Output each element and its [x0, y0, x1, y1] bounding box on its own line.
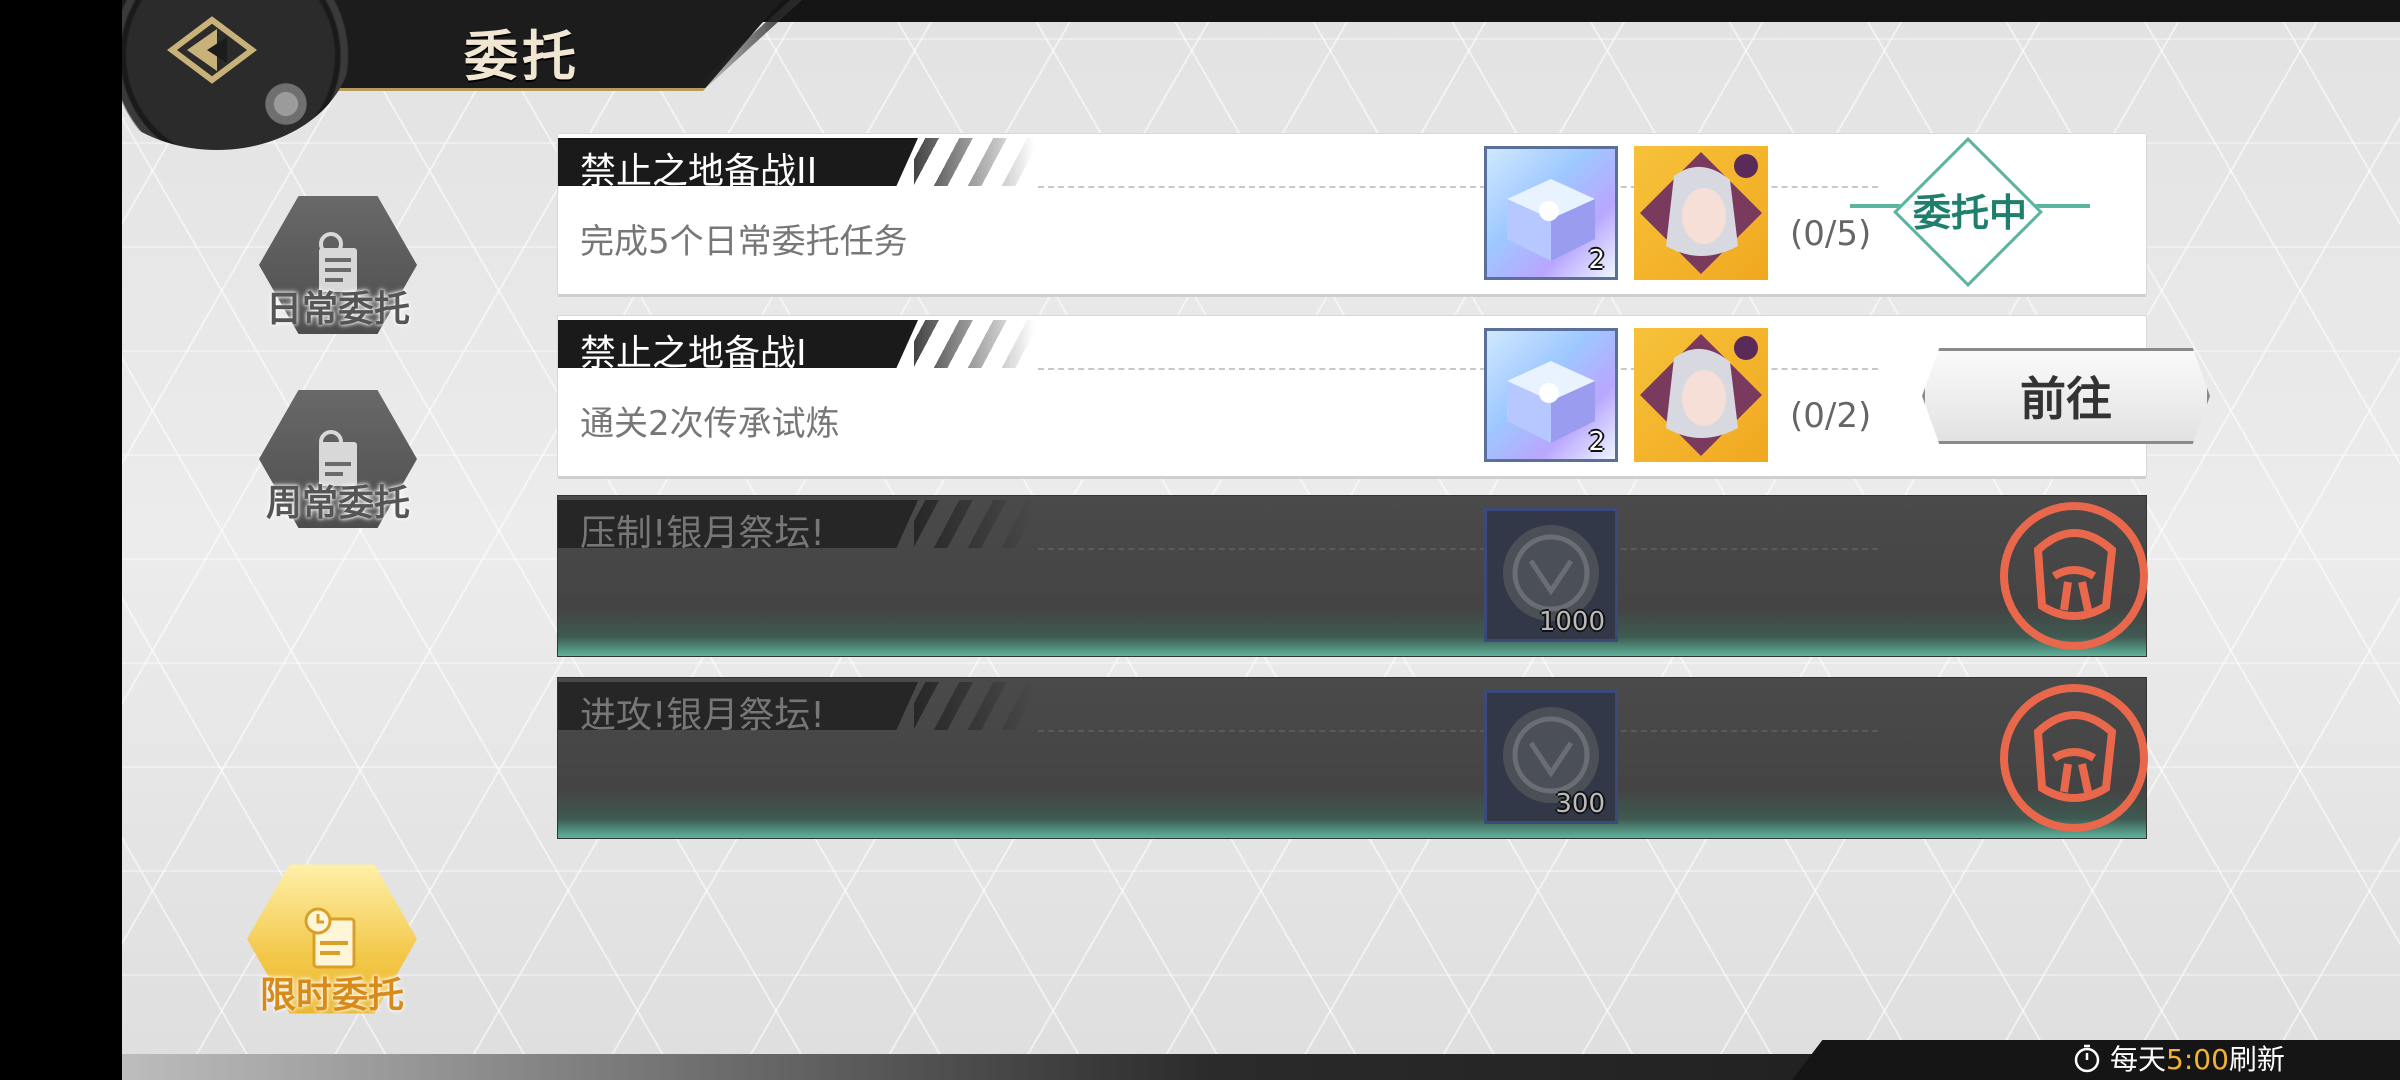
sidebar-item-limited[interactable]: 限时委托	[242, 858, 422, 1020]
silver-moon-coin-icon[interactable]: 1000	[1484, 508, 1618, 642]
tag-stripes	[914, 500, 1034, 548]
tag-stripes	[914, 682, 1034, 730]
mission-name: 禁止之地备战I	[580, 333, 807, 374]
refresh-suffix: 刷新	[2228, 1043, 2285, 1076]
reward-count: 2	[1588, 427, 1605, 457]
crystal-box-icon[interactable]: 2	[1484, 146, 1618, 280]
sidebar-item-weekly[interactable]: 周常委托	[248, 384, 428, 534]
mission-description: 完成5个日常委托任务	[580, 222, 908, 262]
hero-portrait-icon[interactable]	[1634, 146, 1768, 280]
divider	[1038, 548, 1878, 550]
mission-card: 禁止之地备战I 通关2次传承试炼 (0/2) 2 前往	[558, 316, 2210, 476]
tag-stripes	[914, 138, 1034, 186]
back-arrow-icon	[167, 16, 257, 84]
sidebar-label-weekly: 周常委托	[265, 483, 410, 524]
hero-portrait-icon[interactable]	[1634, 328, 1768, 462]
stopwatch-icon	[2074, 1044, 2100, 1073]
mission-name: 进攻!银月祭坛!	[580, 695, 825, 736]
sidebar-label-limited: 限时委托	[259, 975, 404, 1016]
reward-count: 2	[1588, 245, 1605, 275]
tag-stripes	[914, 320, 1034, 368]
silver-moon-coin-icon[interactable]: 300	[1484, 690, 1618, 824]
locked-seal-icon	[2000, 502, 2148, 650]
divider	[1038, 730, 1878, 732]
mission-name: 禁止之地备战II	[580, 151, 818, 192]
refresh-time: 5:00	[2166, 1043, 2229, 1076]
mission-name: 压制!银月祭坛!	[580, 513, 825, 554]
go-button[interactable]: 前往	[1922, 348, 2210, 444]
locked-seal-icon	[2000, 684, 2148, 832]
mission-card-locked: 进攻!银月祭坛! 300	[558, 678, 2148, 838]
gear-ornament-icon	[262, 80, 310, 128]
sidebar-item-daily[interactable]: 日常委托	[248, 190, 428, 340]
refresh-info: 每天5:00刷新	[2072, 1038, 2285, 1078]
reward-count: 300	[1555, 789, 1605, 819]
back-button[interactable]	[167, 15, 257, 85]
reward-count: 1000	[1538, 607, 1605, 637]
crystal-box-icon[interactable]: 2	[1484, 328, 1618, 462]
sidebar-label-daily: 日常委托	[265, 289, 410, 330]
mission-description: 通关2次传承试炼	[580, 404, 840, 444]
refresh-prefix: 每天	[2110, 1043, 2167, 1076]
page-title: 委托	[464, 24, 580, 88]
in-progress-stamp: 委托中	[1850, 137, 2090, 287]
status-label: 委托中	[1912, 190, 2027, 235]
mission-card-locked: 压制!银月祭坛! 1000	[558, 496, 2148, 656]
mission-card: 禁止之地备战II 完成5个日常委托任务 (0/5) 2 委托中	[558, 134, 2146, 294]
mission-progress: (0/2)	[1790, 396, 1872, 436]
game-screen: 委托 日常委托 周常委托 限时委托 禁止之地备战II 完成5个日常委托任务 (0…	[122, 0, 2400, 1080]
